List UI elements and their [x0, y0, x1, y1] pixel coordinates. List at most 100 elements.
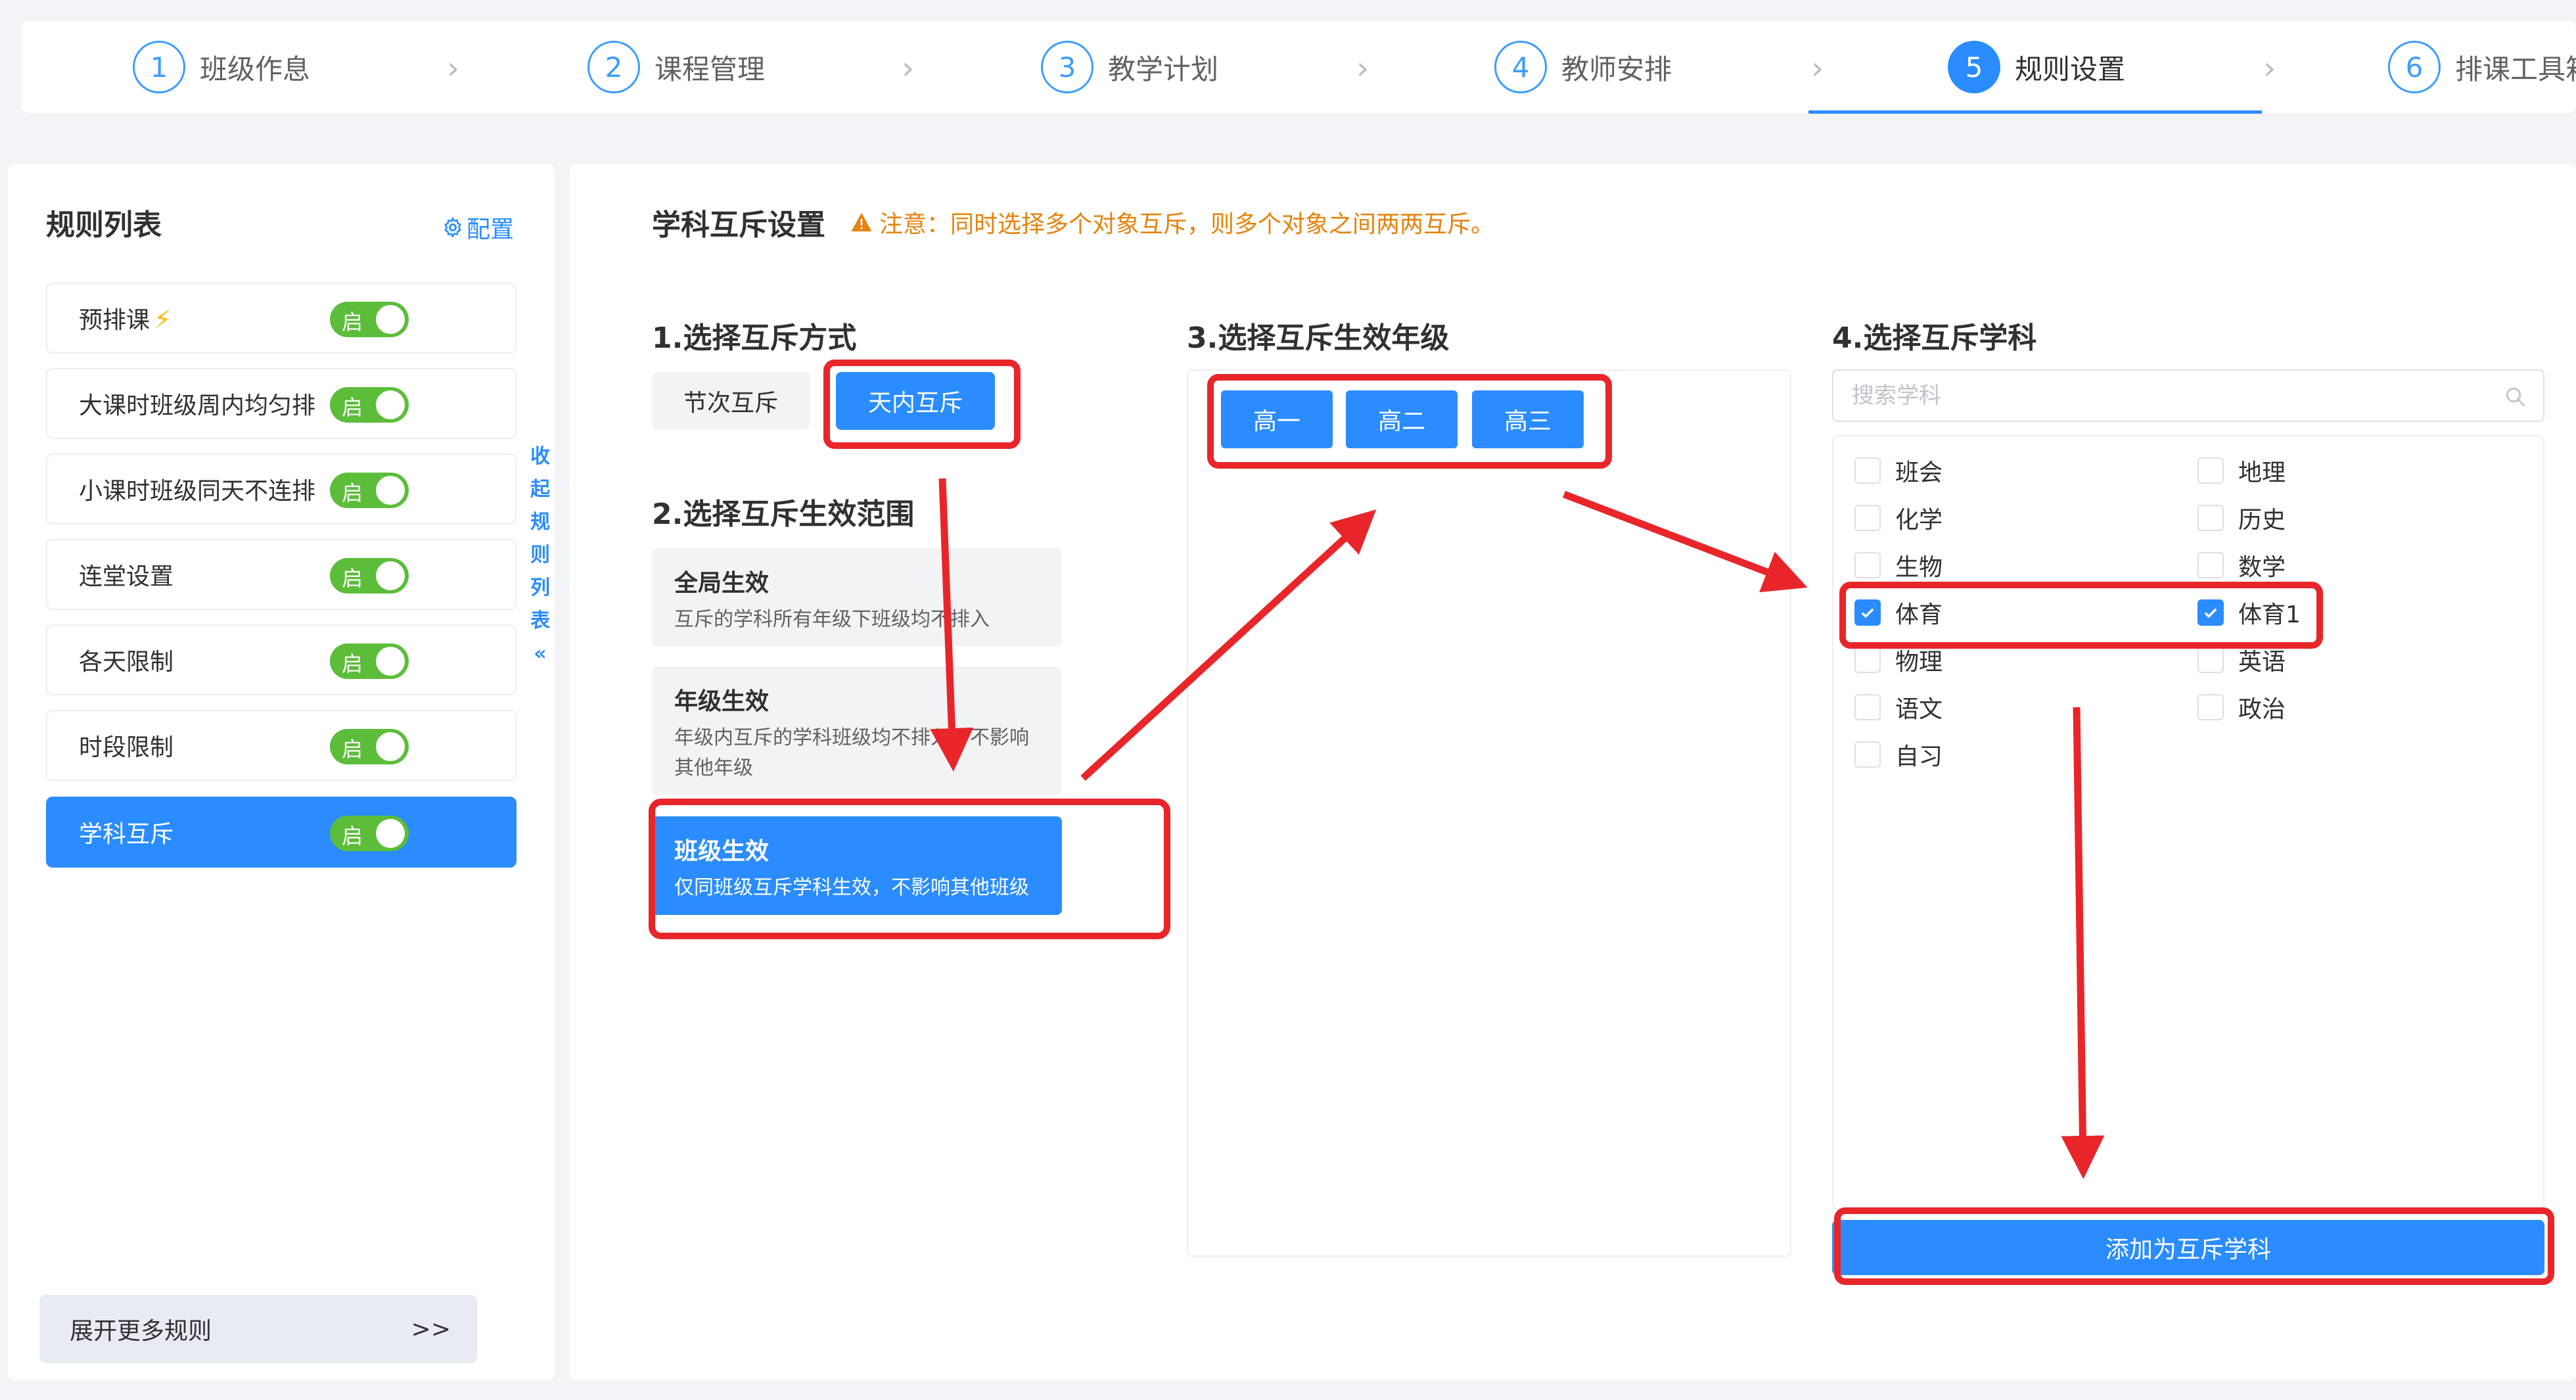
checkbox[interactable]: [2197, 694, 2224, 720]
rule-label: 大课时班级周内均匀排: [79, 392, 316, 419]
add-exclusion-subject-button[interactable]: 添加为互斥学科: [1832, 1220, 2544, 1275]
checkbox[interactable]: [1854, 647, 1881, 673]
rule-item-even-distribution[interactable]: 大课时班级周内均匀排 启: [46, 368, 517, 439]
toggle-knob: [376, 305, 405, 334]
subject-label: 物理: [1895, 649, 1943, 676]
checkbox[interactable]: [2197, 552, 2224, 578]
collapse-char: 则: [530, 544, 550, 567]
subject-checkbox-tiyu[interactable]: 体育: [1854, 595, 1943, 630]
checkbox[interactable]: [1854, 457, 1881, 484]
subject-label: 地理: [2238, 459, 2286, 486]
rule-label: 各天限制: [79, 649, 174, 676]
step-label: 教学计划: [1108, 53, 1219, 85]
section-title-subject: 4.选择互斥学科: [1832, 321, 2037, 355]
checkbox[interactable]: [2197, 505, 2224, 531]
subject-label: 历史: [2238, 507, 2286, 534]
scope-title: 年级生效: [674, 688, 770, 715]
steps-bar: 1 班级作息 › 2 课程管理 › 3 教学计划 › 4 教师安排 › 5 规则…: [21, 21, 2576, 113]
scope-desc: 年级内互斥的学科班级均不排入，不影响其他年级: [674, 726, 1029, 780]
rule-item-preschedule[interactable]: 预排课 ⚡ 启: [46, 283, 517, 354]
mode-period-button[interactable]: 节次互斥: [652, 372, 810, 430]
subject-label: 语文: [1895, 696, 1943, 723]
step-label: 班级作息: [200, 53, 311, 85]
subject-checkbox-yuwen[interactable]: 语文: [1854, 690, 1943, 724]
rule-toggle[interactable]: 启: [330, 558, 409, 594]
rule-item-period-limit[interactable]: 时段限制 启: [46, 710, 517, 781]
subject-checkbox-zixi[interactable]: 自习: [1854, 737, 1943, 772]
checkbox-checked[interactable]: [2197, 599, 2224, 626]
rule-label: 时段限制: [79, 734, 174, 761]
rule-item-subject-exclusion[interactable]: 学科互斥 启: [46, 797, 517, 868]
subject-checkbox-yingyu[interactable]: 英语: [2197, 643, 2286, 677]
grade-button-g1[interactable]: 高一: [1221, 390, 1333, 448]
step-3[interactable]: 3 教学计划: [1041, 21, 1218, 113]
gear-icon: [444, 217, 461, 238]
step-number: 5: [1948, 41, 2000, 93]
subject-search-input[interactable]: [1833, 371, 2543, 421]
scope-global-option[interactable]: 全局生效 互斥的学科所有年级下班级均不排入: [652, 548, 1062, 647]
toggle-knob: [376, 390, 405, 419]
subject-checkbox-banhui[interactable]: 班会: [1854, 454, 1943, 488]
search-icon: [2506, 387, 2525, 407]
checkbox[interactable]: [1854, 552, 1881, 578]
warning-notice: 注意：同时选择多个对象互斥，则多个对象之间两两互斥。: [850, 205, 1494, 239]
toggle-text: 启: [342, 651, 363, 676]
rule-item-daily-limit[interactable]: 各天限制 启: [46, 624, 517, 695]
toggle-knob: [376, 732, 405, 761]
rule-toggle[interactable]: 启: [330, 729, 409, 764]
rule-label: 学科互斥: [79, 821, 174, 848]
check-icon: [1861, 608, 1874, 618]
rule-item-no-consecutive[interactable]: 小课时班级同天不连排 启: [46, 454, 517, 525]
subject-checkbox-huaxue[interactable]: 化学: [1854, 501, 1943, 535]
mode-day-button[interactable]: 天内互斥: [836, 372, 995, 430]
subject-label: 英语: [2238, 649, 2286, 676]
collapse-char: 规: [530, 511, 550, 534]
step-label: 排课工具箱: [2455, 53, 2576, 85]
checkbox[interactable]: [1854, 694, 1881, 720]
subject-checkbox-wuli[interactable]: 物理: [1854, 643, 1943, 677]
rule-toggle[interactable]: 启: [330, 643, 409, 679]
config-link[interactable]: 配置: [442, 210, 514, 245]
subject-search-box: [1832, 369, 2544, 422]
step-1[interactable]: 1 班级作息: [133, 21, 310, 113]
checkbox-checked[interactable]: [1854, 599, 1881, 626]
toggle-knob: [376, 561, 405, 590]
subject-checkbox-dili[interactable]: 地理: [2197, 454, 2286, 488]
step-4[interactable]: 4 教师安排: [1494, 21, 1672, 113]
collapse-char: 列: [530, 576, 550, 599]
toggle-knob: [376, 476, 405, 505]
page-title: 学科互斥设置: [652, 208, 825, 242]
rule-toggle[interactable]: 启: [330, 473, 409, 508]
grade-button-g3[interactable]: 高三: [1472, 390, 1584, 448]
chevron-right-icon: ›: [2263, 50, 2276, 87]
subject-checkbox-lishi[interactable]: 历史: [2197, 501, 2286, 535]
scope-class-option[interactable]: 班级生效 仅同班级互斥学科生效，不影响其他班级: [652, 816, 1062, 915]
checkbox[interactable]: [1854, 505, 1881, 531]
scope-desc: 互斥的学科所有年级下班级均不排入: [674, 608, 990, 631]
grade-button-g2[interactable]: 高二: [1346, 390, 1458, 448]
subject-checkbox-shengwu[interactable]: 生物: [1854, 548, 1943, 582]
subject-checkbox-zhengzhi[interactable]: 政治: [2197, 690, 2286, 724]
checkbox[interactable]: [2197, 457, 2224, 484]
checkbox[interactable]: [2197, 647, 2224, 673]
subject-label: 班会: [1895, 459, 1943, 486]
collapse-rule-list-button[interactable]: 收 起 规 则 列 表 «: [527, 440, 553, 670]
rule-toggle[interactable]: 启: [330, 387, 409, 423]
step-6[interactable]: 6 排课工具箱: [2388, 21, 2576, 113]
step-5[interactable]: 5 规则设置: [1948, 21, 2125, 113]
collapse-char: 表: [530, 609, 550, 632]
rule-list-title: 规则列表: [46, 208, 162, 242]
subject-checkbox-tiyu1[interactable]: 体育1: [2197, 595, 2301, 630]
check-icon: [2204, 608, 2217, 618]
step-number: 6: [2388, 41, 2441, 93]
rule-item-double-period[interactable]: 连堂设置 启: [46, 539, 517, 610]
step-2[interactable]: 2 课程管理: [587, 21, 765, 113]
rule-toggle[interactable]: 启: [330, 302, 409, 337]
toggle-text: 启: [342, 824, 363, 849]
checkbox[interactable]: [1854, 741, 1881, 768]
rule-toggle[interactable]: 启: [330, 816, 409, 851]
toggle-knob: [376, 819, 405, 848]
scope-grade-option[interactable]: 年级生效 年级内互斥的学科班级均不排入，不影响其他年级: [652, 666, 1062, 795]
subject-checkbox-shuxue[interactable]: 数学: [2197, 548, 2286, 582]
expand-more-rules-button[interactable]: 展开更多规则 >>: [39, 1295, 477, 1363]
